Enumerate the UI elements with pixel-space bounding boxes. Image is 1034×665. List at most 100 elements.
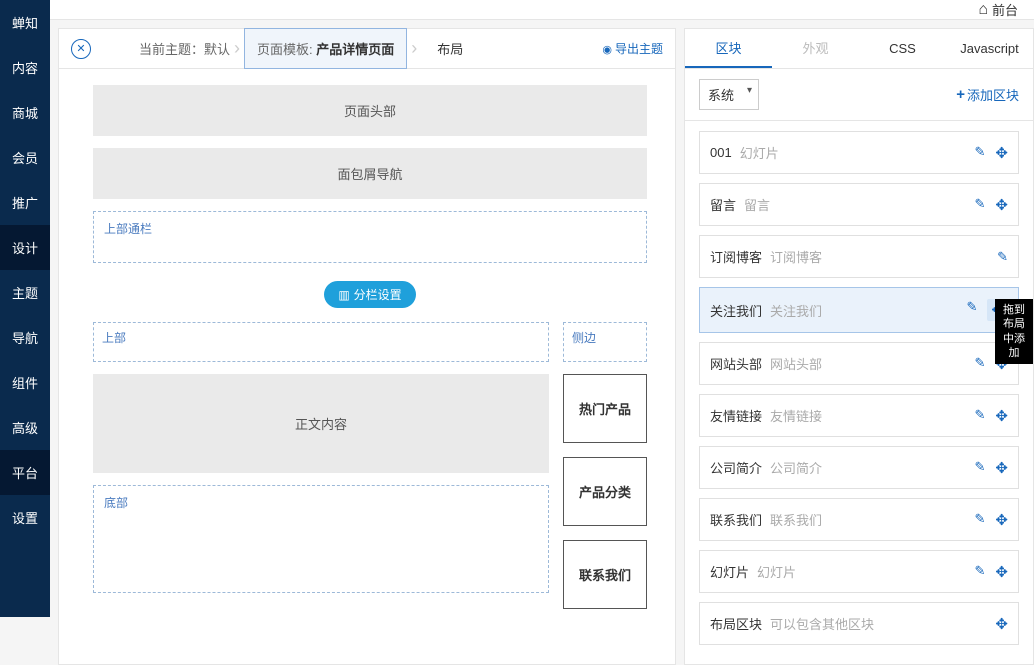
front-link[interactable]: 前台 xyxy=(978,0,1018,19)
sidebar-item-theme[interactable]: 主题 xyxy=(0,270,50,315)
drag-icon[interactable] xyxy=(995,511,1008,529)
block-item[interactable]: 订阅博客订阅博客 xyxy=(699,235,1019,278)
edit-icon[interactable] xyxy=(975,511,986,529)
close-button[interactable]: ✕ xyxy=(71,39,91,59)
block-item-actions xyxy=(975,196,1008,214)
block-item-subtitle: 幻灯片 xyxy=(757,562,796,581)
block-type-select[interactable]: 系统 xyxy=(699,79,759,110)
drag-tooltip: 拖到布局中添加 xyxy=(995,299,1033,364)
drop-zone-top[interactable]: 上部 xyxy=(93,322,549,362)
block-item-actions xyxy=(997,249,1008,265)
panel-toolbar: 系统 添加区块 xyxy=(685,69,1033,121)
block-item[interactable]: 001 幻灯片 xyxy=(699,131,1019,174)
edit-icon[interactable] xyxy=(975,196,986,214)
sidebar-item-content[interactable]: 内容 xyxy=(0,45,50,90)
block-item[interactable]: 布局区块可以包含其他区块 xyxy=(699,602,1019,645)
block-item-title: 网站头部 xyxy=(710,354,762,373)
block-item[interactable]: 网站头部网站头部 xyxy=(699,342,1019,385)
block-item[interactable]: 幻灯片幻灯片 xyxy=(699,550,1019,593)
tab-blocks[interactable]: 区块 xyxy=(685,29,772,68)
drag-icon[interactable] xyxy=(995,196,1008,214)
block-list: 拖到布局中添加 001幻灯片留言留言订阅博客订阅博客关注我们关注我们网站头部网站… xyxy=(685,121,1033,664)
sidebar-item-advanced[interactable]: 高级 xyxy=(0,405,50,450)
tabs: 区块 外观 CSS Javascript xyxy=(685,29,1033,69)
block-item-subtitle: 公司简介 xyxy=(770,458,822,477)
block-item-subtitle: 联系我们 xyxy=(770,510,822,529)
block-item-title: 留言 xyxy=(710,195,736,214)
block-breadcrumb-nav[interactable]: 面包屑导航 xyxy=(93,148,647,199)
block-item-actions xyxy=(975,563,1008,581)
sidebar-item-promotion[interactable]: 推广 xyxy=(0,180,50,225)
drag-icon[interactable] xyxy=(995,615,1008,633)
sidebar-item-nav[interactable]: 导航 xyxy=(0,315,50,360)
front-label: 前台 xyxy=(992,0,1018,19)
tab-appearance[interactable]: 外观 xyxy=(772,29,859,68)
current-theme-label: 当前主题： xyxy=(139,39,204,58)
sidebar-item-design[interactable]: 设计 xyxy=(0,225,50,270)
chevron-right-icon: › xyxy=(411,38,417,59)
columns-icon xyxy=(338,288,349,302)
edit-icon[interactable] xyxy=(975,355,986,373)
block-item-actions xyxy=(975,459,1008,477)
edit-icon[interactable] xyxy=(975,144,986,162)
breadcrumb-layout[interactable]: 布局 xyxy=(421,29,479,68)
export-theme-link[interactable]: 导出主题 xyxy=(602,40,663,57)
block-item-subtitle: 关注我们 xyxy=(770,301,822,320)
block-item-actions xyxy=(975,511,1008,529)
drag-icon[interactable] xyxy=(995,563,1008,581)
edit-icon[interactable] xyxy=(997,249,1008,265)
drag-icon[interactable] xyxy=(995,459,1008,477)
add-block-button[interactable]: 添加区块 xyxy=(956,85,1019,104)
drag-icon[interactable] xyxy=(995,407,1008,425)
export-icon xyxy=(602,42,612,56)
block-item-subtitle: 留言 xyxy=(744,195,770,214)
tab-javascript[interactable]: Javascript xyxy=(946,29,1033,68)
block-item-actions xyxy=(975,144,1008,162)
sidebar-item-platform[interactable]: 平台 xyxy=(0,450,50,495)
layout-canvas: 页面头部 面包屑导航 上部通栏 分栏设置 上部 正文内容 底部 xyxy=(59,69,675,664)
block-item-title: 公司简介 xyxy=(710,458,762,477)
block-item[interactable]: 留言留言 xyxy=(699,183,1019,226)
sidebar-item-member[interactable]: 会员 xyxy=(0,135,50,180)
block-item[interactable]: 公司简介公司简介 xyxy=(699,446,1019,489)
topbar: 前台 xyxy=(50,0,1034,20)
tab-css[interactable]: CSS xyxy=(859,29,946,68)
drop-zone-side[interactable]: 侧边 xyxy=(563,322,647,362)
sidebar-item-component[interactable]: 组件 xyxy=(0,360,50,405)
side-block-contact-us[interactable]: 联系我们 xyxy=(563,540,647,609)
block-page-header[interactable]: 页面头部 xyxy=(93,85,647,136)
chevron-right-icon: › xyxy=(234,38,240,59)
sidebar-item-mall[interactable]: 商城 xyxy=(0,90,50,135)
breadcrumb-template[interactable]: 页面模板: 产品详情页面 xyxy=(244,28,407,69)
current-theme-value: 默认 xyxy=(204,39,230,58)
block-item-title: 001 xyxy=(710,145,732,160)
block-item-title: 友情链接 xyxy=(710,406,762,425)
edit-icon[interactable] xyxy=(975,459,986,477)
sidebar-item-chanzhi[interactable]: 蝉知 xyxy=(0,0,50,45)
breadcrumb-bar: ✕ 当前主题： 默认 › 页面模板: 产品详情页面 › 布局 导出主题 xyxy=(59,29,675,69)
drop-zone-bottom[interactable]: 底部 xyxy=(93,485,549,593)
home-icon xyxy=(978,1,988,19)
block-item[interactable]: 联系我们联系我们 xyxy=(699,498,1019,541)
block-item-subtitle: 订阅博客 xyxy=(770,247,822,266)
drag-icon[interactable] xyxy=(995,144,1008,162)
block-main-content[interactable]: 正文内容 xyxy=(93,374,549,473)
block-item-actions xyxy=(995,615,1008,633)
edit-icon[interactable] xyxy=(975,563,986,581)
block-item-title: 联系我们 xyxy=(710,510,762,529)
block-item-subtitle: 网站头部 xyxy=(770,354,822,373)
edit-icon[interactable] xyxy=(975,407,986,425)
block-item-title: 订阅博客 xyxy=(710,247,762,266)
left-pane: ✕ 当前主题： 默认 › 页面模板: 产品详情页面 › 布局 导出主题 xyxy=(58,28,676,665)
block-item[interactable]: 友情链接友情链接 xyxy=(699,394,1019,437)
side-block-hot-products[interactable]: 热门产品 xyxy=(563,374,647,443)
block-item-subtitle: 友情链接 xyxy=(770,406,822,425)
edit-icon[interactable] xyxy=(967,299,978,321)
drop-zone-top-banner[interactable]: 上部通栏 xyxy=(93,211,647,263)
sidebar-item-settings[interactable]: 设置 xyxy=(0,495,50,540)
side-block-product-category[interactable]: 产品分类 xyxy=(563,457,647,526)
block-item-subtitle: 幻灯片 xyxy=(740,143,779,162)
block-item[interactable]: 关注我们关注我们 xyxy=(699,287,1019,333)
plus-icon xyxy=(956,86,965,103)
column-settings-button[interactable]: 分栏设置 xyxy=(324,281,415,308)
